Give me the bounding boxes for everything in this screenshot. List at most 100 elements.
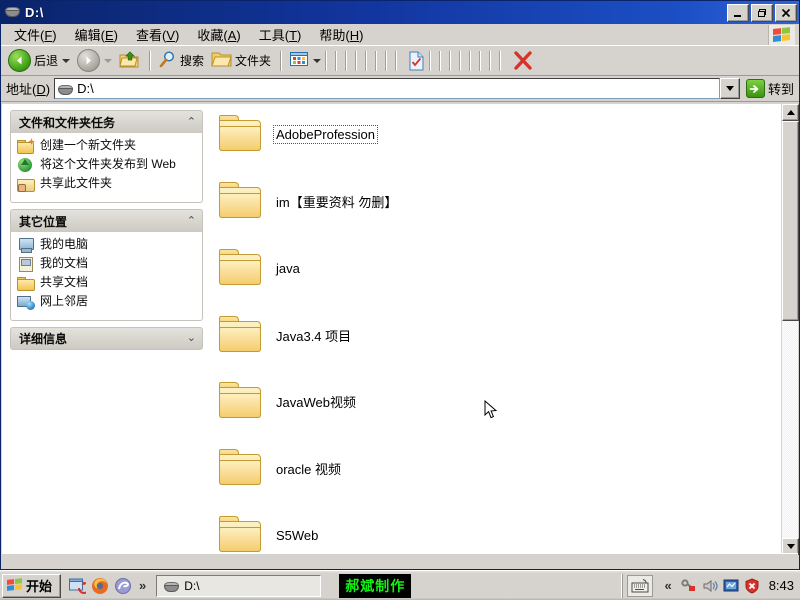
panel-title: 文件和文件夹任务 xyxy=(19,115,116,130)
network-monitor-icon[interactable] xyxy=(723,578,739,594)
task-publish-to-web[interactable]: 将这个文件夹发布到 Web xyxy=(17,157,196,173)
clock[interactable]: 8:43 xyxy=(769,578,794,593)
watermark-overlay: 郝斌制作 xyxy=(339,573,412,598)
share-folder-icon xyxy=(17,176,35,192)
folders-label: 文件夹 xyxy=(235,54,272,68)
file-name: AdobeProfession xyxy=(272,124,379,144)
place-label: 我的文档 xyxy=(40,256,89,270)
explorer-window: D:\ 文件(F) 编辑(E) 查看(V) 收藏(A) 工具(T) 帮助(H) … xyxy=(0,0,800,570)
quicklaunch-overflow-button[interactable]: » xyxy=(139,578,146,593)
back-button[interactable]: 后退 xyxy=(5,49,73,73)
red-x-icon[interactable] xyxy=(509,49,537,73)
chevron-down-icon xyxy=(725,86,734,91)
keyboard-icon[interactable] xyxy=(627,574,654,597)
menu-item-favorites[interactable]: 收藏(A) xyxy=(188,23,249,46)
vertical-scrollbar[interactable] xyxy=(781,104,799,555)
window-controls xyxy=(727,3,797,22)
views-button[interactable] xyxy=(286,49,324,73)
up-button[interactable] xyxy=(116,49,143,73)
explorer-content: 文件和文件夹任务 ⌃ 创建一个新文件夹 将这个文件夹发布到 Web 共享此文件夹… xyxy=(2,104,799,555)
list-item[interactable]: JavaWeb视频 xyxy=(218,376,358,426)
chevron-down-icon xyxy=(104,58,113,63)
folders-button[interactable]: 文件夹 xyxy=(208,49,274,73)
mouse-cursor xyxy=(484,399,498,420)
show-desktop-icon[interactable] xyxy=(68,577,90,595)
system-tray: « 8:43 xyxy=(622,573,800,598)
drive-icon xyxy=(163,580,180,592)
menu-item-view[interactable]: 查看(V) xyxy=(127,23,188,46)
menu-item-edit[interactable]: 编辑(E) xyxy=(66,23,127,46)
drive-icon xyxy=(57,83,74,95)
forward-button xyxy=(74,49,115,73)
place-label: 我的电脑 xyxy=(40,237,89,251)
key-flag-icon[interactable] xyxy=(681,578,697,594)
address-value: D:\ xyxy=(77,81,94,96)
list-item[interactable]: oracle 视频 xyxy=(218,443,343,493)
network-places-icon xyxy=(17,294,35,310)
panel-header[interactable]: 详细信息 ⌄ xyxy=(10,327,203,350)
place-my-computer[interactable]: 我的电脑 xyxy=(17,237,196,253)
task-new-folder[interactable]: 创建一个新文件夹 xyxy=(17,138,196,154)
start-button[interactable]: 开始 xyxy=(2,573,62,598)
task-button-explorer[interactable]: D:\ xyxy=(156,574,322,597)
menu-bar: 文件(F) 编辑(E) 查看(V) 收藏(A) 工具(T) 帮助(H) xyxy=(1,24,799,46)
search-label: 搜索 xyxy=(180,54,205,68)
menu-item-help[interactable]: 帮助(H) xyxy=(310,23,372,46)
window-titlebar[interactable]: D:\ xyxy=(1,1,799,24)
menu-item-tools[interactable]: 工具(T) xyxy=(250,23,311,46)
desktop-screen: D:\ 文件(F) 编辑(E) 查看(V) 收藏(A) 工具(T) 帮助(H) … xyxy=(0,0,800,600)
task-label: 将这个文件夹发布到 Web xyxy=(40,157,176,171)
menu-item-file[interactable]: 文件(F) xyxy=(5,23,66,46)
go-arrow-icon xyxy=(745,79,765,98)
chevron-down-icon[interactable] xyxy=(313,58,322,63)
toolbar-separator xyxy=(280,50,282,71)
chevron-down-icon[interactable] xyxy=(62,58,71,63)
taskbar: 开始 » D:\ 郝斌制作 « 8:43 xyxy=(0,570,800,600)
panel-title: 其它位置 xyxy=(19,214,68,229)
scrollbar-thumb[interactable] xyxy=(782,121,799,321)
triangle-up-icon xyxy=(786,110,795,115)
minimize-button[interactable] xyxy=(727,3,749,22)
toolbar-separator xyxy=(149,50,151,71)
address-input[interactable]: D:\ xyxy=(54,78,720,99)
list-item[interactable]: java xyxy=(218,243,302,293)
go-button[interactable]: 转到 xyxy=(745,79,797,98)
list-item[interactable]: AdobeProfession xyxy=(218,109,379,159)
panel-header[interactable]: 文件和文件夹任务 ⌃ xyxy=(10,110,203,133)
chevron-down-icon[interactable]: ⌄ xyxy=(187,333,196,344)
file-name: oracle 视频 xyxy=(276,461,342,477)
address-dropdown-button[interactable] xyxy=(719,78,740,99)
close-button[interactable] xyxy=(775,3,797,22)
panel-file-and-folder-tasks: 文件和文件夹任务 ⌃ 创建一个新文件夹 将这个文件夹发布到 Web 共享此文件夹 xyxy=(10,110,203,203)
tray-expand-button[interactable]: « xyxy=(664,578,671,593)
security-shield-icon[interactable] xyxy=(744,577,760,594)
place-network-places[interactable]: 网上邻居 xyxy=(17,294,196,310)
task-button-label: D:\ xyxy=(184,578,200,593)
list-item[interactable]: im【重要资料 勿删】 xyxy=(218,176,399,226)
place-shared-documents[interactable]: 共享文档 xyxy=(17,275,196,291)
restore-button[interactable] xyxy=(751,3,773,22)
folder-icon xyxy=(218,249,262,287)
place-label: 共享文档 xyxy=(40,275,89,289)
magnifier-icon xyxy=(158,50,177,71)
volume-icon[interactable] xyxy=(702,578,718,594)
place-my-documents[interactable]: 我的文档 xyxy=(17,256,196,272)
list-item[interactable]: S5Web xyxy=(218,510,320,555)
browser-icon[interactable] xyxy=(114,577,132,595)
drive-icon xyxy=(4,5,22,21)
scroll-up-button[interactable] xyxy=(782,104,799,121)
list-item[interactable]: Java3.4 项目 xyxy=(218,310,353,360)
search-button[interactable]: 搜索 xyxy=(155,49,207,73)
checked-document-icon[interactable] xyxy=(405,49,428,73)
firefox-icon[interactable] xyxy=(91,577,109,595)
file-list[interactable]: AdobeProfession im【重要资料 勿删】 java Java3.4… xyxy=(212,104,781,555)
task-share-folder[interactable]: 共享此文件夹 xyxy=(17,176,196,192)
panel-header[interactable]: 其它位置 ⌃ xyxy=(10,209,203,232)
chevron-up-icon[interactable]: ⌃ xyxy=(187,116,196,128)
forward-arrow-icon xyxy=(77,49,101,72)
task-label: 创建一个新文件夹 xyxy=(40,138,137,152)
folder-icon xyxy=(218,182,262,220)
views-icon xyxy=(289,50,309,71)
scrollbar-track[interactable] xyxy=(782,121,799,538)
chevron-up-icon[interactable]: ⌃ xyxy=(187,215,196,227)
